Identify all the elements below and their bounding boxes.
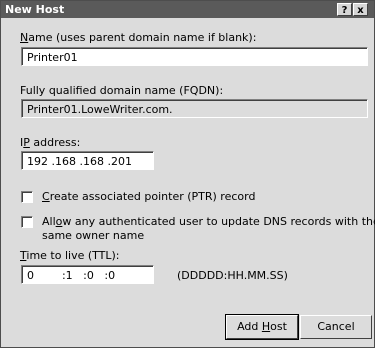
allow-update-label: Allow any authenticated user to update D… xyxy=(42,215,375,228)
fqdn-field: Printer01.LoweWriter.com. xyxy=(21,99,368,118)
title-bar: New Host ? x xyxy=(1,1,374,18)
allow-update-checkbox[interactable] xyxy=(21,216,33,228)
name-label: Name (uses parent domain name if blank): xyxy=(20,31,257,44)
close-icon: x xyxy=(357,5,364,16)
cancel-button[interactable]: Cancel xyxy=(300,315,372,339)
ip-address-input[interactable]: 192 .168 .168 .201 xyxy=(21,151,154,170)
help-icon: ? xyxy=(341,5,348,16)
window-title: New Host xyxy=(5,3,65,16)
name-input[interactable]: Printer01 xyxy=(21,47,368,66)
close-button[interactable]: x xyxy=(353,3,368,16)
new-host-dialog: New Host ? x Name (uses parent domain na… xyxy=(0,0,375,348)
ttl-label: Time to live (TTL): xyxy=(20,249,120,262)
add-host-button[interactable]: Add Host xyxy=(225,314,299,340)
ptr-checkbox-label: Create associated pointer (PTR) record xyxy=(42,190,256,203)
help-button[interactable]: ? xyxy=(337,3,352,16)
allow-update-label-line2: same owner name xyxy=(42,229,145,242)
ptr-checkbox[interactable] xyxy=(21,191,33,203)
ttl-format-hint: (DDDDD:HH.MM.SS) xyxy=(177,269,288,282)
ip-address-label: IP address: xyxy=(20,136,81,149)
fqdn-label: Fully qualified domain name (FQDN): xyxy=(20,84,224,97)
ttl-input[interactable]: 0 :1 :0 :0 xyxy=(21,265,154,284)
